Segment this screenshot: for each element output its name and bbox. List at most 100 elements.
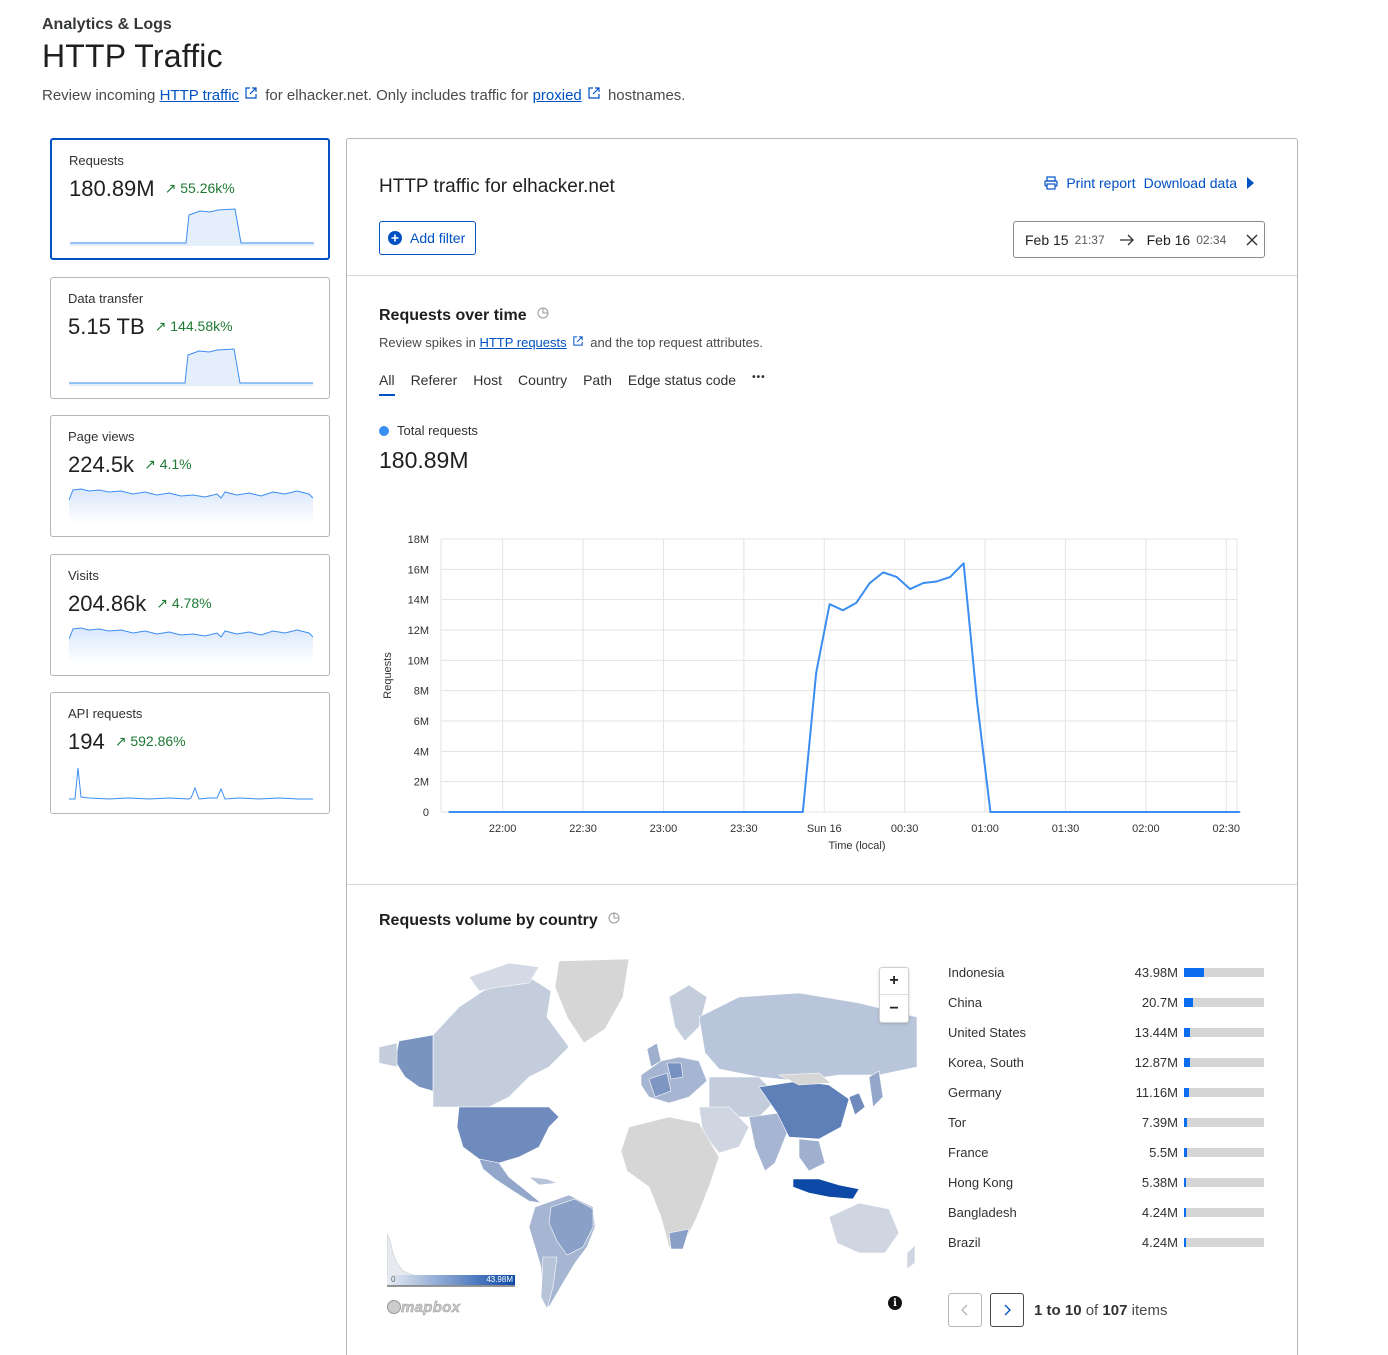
- plus-circle-icon: [388, 231, 402, 245]
- print-report-button[interactable]: Print report: [1066, 175, 1135, 191]
- http-traffic-link[interactable]: HTTP traffic: [160, 87, 239, 104]
- subtitle-text: hostnames.: [607, 87, 686, 104]
- metric-card-page-views[interactable]: Page views 224.5k ↗ 4.1%: [50, 415, 330, 537]
- pie-chart-icon: [537, 307, 549, 319]
- panel-actions: Print report Download data: [1044, 175, 1255, 191]
- data-point: [1238, 811, 1241, 813]
- more-tabs-button[interactable]: •••: [752, 372, 766, 396]
- page-to-word: to: [1046, 1301, 1061, 1319]
- country-row[interactable]: United States 13.44M: [948, 1025, 1266, 1055]
- country-bar: [1184, 1238, 1264, 1247]
- data-point: [882, 571, 885, 574]
- country-row[interactable]: France 5.5M: [948, 1145, 1266, 1175]
- divider: [347, 884, 1297, 885]
- page-views-sparkline: [69, 488, 313, 524]
- desc-text: and the top request attributes.: [590, 335, 763, 350]
- legend-min: 0: [391, 1275, 396, 1284]
- x-tick-label: 22:30: [569, 823, 597, 835]
- country-name: France: [948, 1145, 989, 1160]
- info-icon[interactable]: i: [888, 1296, 902, 1310]
- x-tick-label: 01:30: [1052, 823, 1080, 835]
- page-from: 1: [1034, 1301, 1043, 1319]
- zoom-out-button[interactable]: −: [880, 995, 908, 1022]
- country-row[interactable]: Korea, South 12.87M: [948, 1055, 1266, 1085]
- map-region-australia: [828, 1202, 900, 1254]
- external-link-icon: [245, 87, 257, 99]
- data-point: [1225, 811, 1228, 813]
- visits-sparkline: [69, 627, 313, 663]
- proxied-link[interactable]: proxied: [533, 87, 582, 104]
- legend-label: Total requests: [397, 423, 478, 438]
- caret-right-icon[interactable]: [1245, 176, 1255, 190]
- requests-line-chart[interactable]: 0 2M 4M 6M 8M 10M 12M 14M 16M 18M 22:00 22:30 23:00 2…: [377, 519, 1257, 859]
- total-requests-value: 180.89M: [379, 447, 469, 473]
- requests-by-country-title: Requests volume by country: [379, 912, 620, 930]
- metric-card-requests[interactable]: Requests 180.89M ↗ 55.26k%: [50, 138, 330, 260]
- traffic-panel: HTTP traffic for elhacker.net Print repo…: [346, 138, 1298, 1355]
- country-bar: [1184, 1208, 1264, 1217]
- country-value: 43.98M: [1134, 965, 1178, 980]
- country-row[interactable]: Brazil 4.24M: [948, 1235, 1266, 1265]
- country-value: 5.5M: [1149, 1145, 1178, 1160]
- map-region-united-states: [456, 1106, 560, 1164]
- next-page-button[interactable]: [990, 1293, 1024, 1327]
- map-region-new-zealand: [906, 1244, 916, 1270]
- metric-card-api-requests[interactable]: API requests 194 ↗ 592.86%: [50, 692, 330, 814]
- page-items-word: items: [1131, 1301, 1168, 1319]
- data-point: [501, 811, 504, 813]
- tab-country[interactable]: Country: [518, 372, 567, 396]
- map-color-legend: 0 43.98M: [386, 1232, 516, 1289]
- tab-referer[interactable]: Referer: [411, 372, 458, 396]
- metric-label: Requests: [69, 153, 124, 168]
- y-tick-label: 4M: [414, 746, 429, 758]
- data-point: [582, 811, 584, 813]
- tab-host[interactable]: Host: [473, 372, 502, 396]
- tab-edge-status-code[interactable]: Edge status code: [628, 372, 736, 396]
- country-row[interactable]: Germany 11.16M: [948, 1085, 1266, 1115]
- breadcrumb[interactable]: Analytics & Logs: [42, 16, 685, 34]
- map-region-southeast-asia: [798, 1138, 826, 1172]
- chevron-right-icon: [1004, 1304, 1011, 1316]
- metric-card-visits[interactable]: Visits 204.86k ↗ 4.78%: [50, 554, 330, 676]
- mapbox-logo[interactable]: mapbox: [387, 1299, 460, 1316]
- country-row[interactable]: China 20.7M: [948, 995, 1266, 1025]
- country-row[interactable]: Indonesia 43.98M: [948, 965, 1266, 995]
- country-row[interactable]: Bangladesh 4.24M: [948, 1205, 1266, 1235]
- api-requests-sparkline: [69, 767, 313, 800]
- series-line: [449, 562, 1240, 813]
- previous-page-button[interactable]: [948, 1293, 982, 1327]
- data-point: [976, 700, 978, 703]
- metric-number: 224.5k: [68, 452, 135, 477]
- metric-change-value: 55.26k%: [180, 180, 235, 196]
- x-tick-label: 23:00: [650, 823, 678, 835]
- external-link-icon: [588, 87, 600, 99]
- tab-all[interactable]: All: [379, 372, 395, 396]
- country-bar-fill: [1184, 1208, 1186, 1217]
- zoom-in-button[interactable]: +: [880, 968, 908, 995]
- map-region-caribbean: [528, 1176, 558, 1186]
- country-bar-fill: [1184, 1238, 1186, 1247]
- map-region-greenland: [554, 958, 630, 1044]
- series-dot: [379, 425, 389, 436]
- download-data-button[interactable]: Download data: [1144, 175, 1237, 191]
- country-row[interactable]: Tor 7.39M: [948, 1115, 1266, 1145]
- country-name: Germany: [948, 1085, 1002, 1100]
- http-requests-link[interactable]: HTTP requests: [479, 335, 566, 350]
- data-point: [743, 811, 745, 813]
- page-header: Analytics & Logs HTTP Traffic Review inc…: [42, 16, 685, 104]
- close-icon[interactable]: [1246, 234, 1258, 246]
- arrow-right-icon: [1119, 234, 1134, 245]
- chart-legend[interactable]: Total requests: [379, 423, 478, 438]
- map-region-indonesia: [792, 1178, 860, 1200]
- country-row[interactable]: Hong Kong 5.38M: [948, 1175, 1266, 1205]
- metric-card-data-transfer[interactable]: Data transfer 5.15 TB ↗ 144.58k%: [50, 277, 330, 399]
- date-range-picker[interactable]: Feb 15 21:37 Feb 16 02:34: [1013, 221, 1265, 258]
- country-bar-fill: [1184, 1058, 1190, 1067]
- country-bar-fill: [1184, 998, 1194, 1007]
- tab-path[interactable]: Path: [583, 372, 612, 396]
- y-tick-label: 8M: [414, 686, 429, 698]
- data-point: [461, 811, 464, 813]
- add-filter-button[interactable]: Add filter: [379, 221, 476, 255]
- country-bar-fill: [1184, 1088, 1189, 1097]
- y-tick-label: 16M: [408, 564, 429, 576]
